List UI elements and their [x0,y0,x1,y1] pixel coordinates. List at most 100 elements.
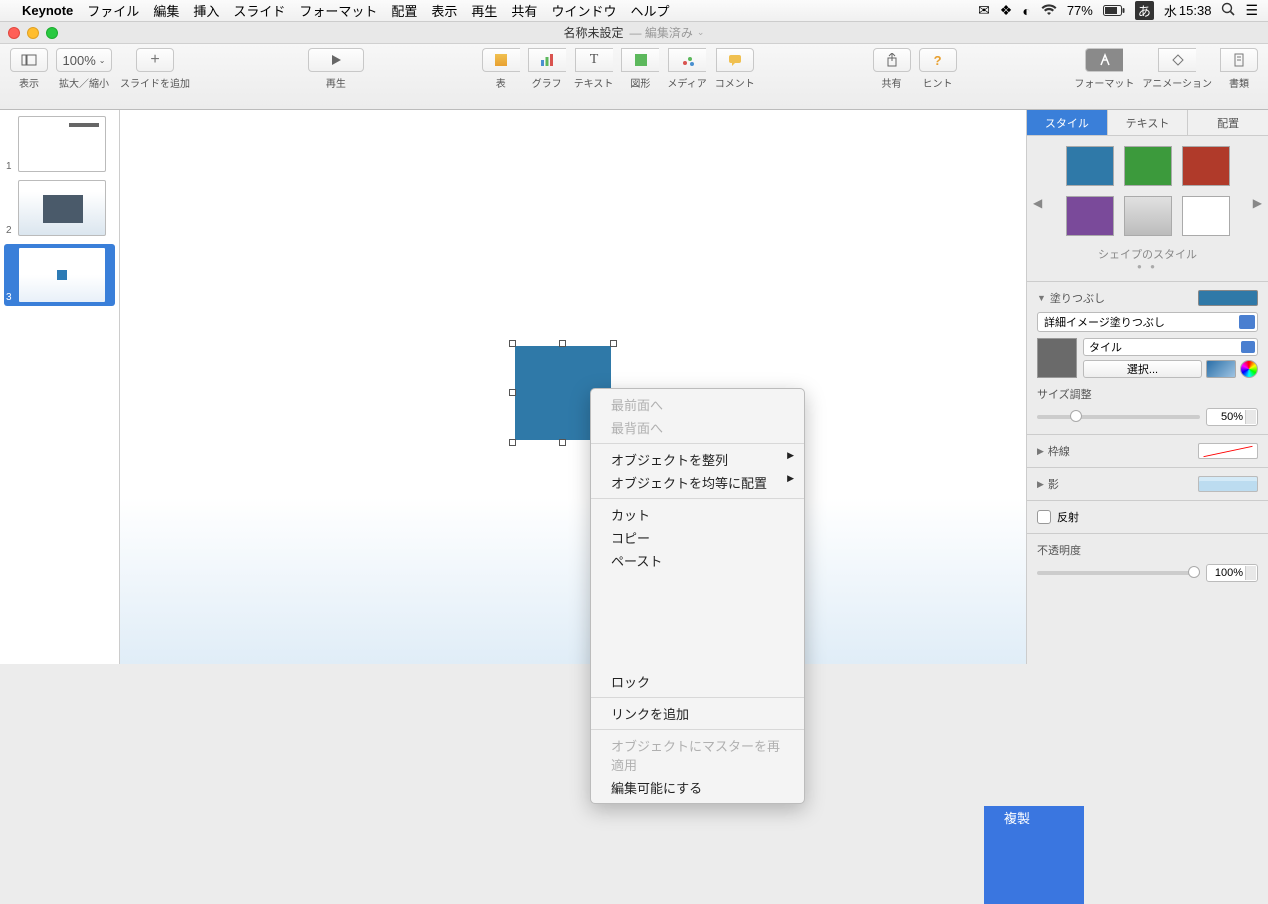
notification-center-icon[interactable]: ☰ [1245,2,1258,19]
app-menu[interactable]: Keynote [22,3,73,18]
slide-canvas[interactable] [120,110,1026,664]
size-value-input[interactable]: 50% [1206,408,1258,426]
shape-style-swatch-6[interactable] [1182,196,1230,236]
status-icon[interactable]: ❖ [1000,2,1013,19]
disclosure-triangle-icon[interactable]: ▶ [1037,446,1044,457]
resize-handle-w[interactable] [509,389,516,396]
inspector-tab-text[interactable]: テキスト [1108,110,1189,135]
chart-button[interactable] [528,48,566,72]
media-button[interactable] [668,48,706,72]
gmail-icon[interactable]: ✉ [978,2,990,19]
fill-section-label: 塗りつぶし [1050,290,1105,306]
ctx-duplicate[interactable]: 複製 [984,806,1084,904]
shape-style-swatch-2[interactable] [1124,146,1172,186]
styles-prev-icon[interactable]: ◀ [1033,196,1042,210]
color-picker-icon[interactable] [1240,360,1258,378]
resize-handle-ne[interactable] [610,340,617,347]
resize-handle-sw[interactable] [509,439,516,446]
system-menubar: Keynote ファイル 編集 挿入 スライド フォーマット 配置 表示 再生 … [0,0,1268,22]
slide-thumbnail-2[interactable]: 2 [4,180,115,236]
ctx-add-link[interactable]: リンクを追加 [591,702,804,725]
play-button[interactable] [308,48,364,72]
reflection-checkbox[interactable] [1037,510,1051,524]
shape-style-swatch-3[interactable] [1182,146,1230,186]
spotlight-icon[interactable] [1221,2,1235,19]
ime-indicator[interactable]: あ [1135,1,1154,20]
menu-slide[interactable]: スライド [233,1,285,20]
inspector-tab-arrange[interactable]: 配置 [1188,110,1268,135]
opacity-slider[interactable] [1037,571,1200,575]
shape-button[interactable] [621,48,659,72]
shadow-section-label: 影 [1048,476,1059,492]
resize-handle-n[interactable] [559,340,566,347]
opacity-value-input[interactable]: 100% [1206,564,1258,582]
format-inspector-button[interactable] [1085,48,1123,72]
shape-style-swatch-1[interactable] [1066,146,1114,186]
text-button[interactable]: T [575,48,613,72]
resize-handle-s[interactable] [559,439,566,446]
zoom-label: 拡大／縮小 [59,75,109,90]
choose-image-button[interactable]: 選択... [1083,360,1202,378]
inspector-tab-style[interactable]: スタイル [1027,110,1108,135]
ctx-align-objects[interactable]: オブジェクトを整列 [591,448,804,471]
fill-type-select[interactable]: 詳細イメージ塗りつぶし [1037,312,1258,332]
slide-thumbnail-3[interactable]: 3 [4,244,115,306]
disclosure-triangle-icon[interactable]: ▶ [1037,479,1044,490]
hint-button[interactable]: ? [919,48,957,72]
menu-play[interactable]: 再生 [471,1,497,20]
menu-edit[interactable]: 編集 [153,1,179,20]
document-title[interactable]: 名称未設定 [564,24,624,41]
reflection-label: 反射 [1057,509,1079,525]
border-section-label: 枠線 [1048,443,1070,459]
traffic-lights [8,27,58,39]
ctx-reapply-master: オブジェクトにマスターを再適用 [591,734,804,776]
menu-insert[interactable]: 挿入 [193,1,219,20]
format-inspector: スタイル テキスト 配置 ◀ ▶ シェイプのスタイル ● ● ▼塗りつぶし [1026,110,1268,664]
fill-texture-preview[interactable] [1037,338,1077,378]
menu-view[interactable]: 表示 [431,1,457,20]
animation-inspector-button[interactable] [1158,48,1196,72]
view-button[interactable] [10,48,48,72]
resize-handle-nw[interactable] [509,340,516,347]
ctx-paste[interactable]: ペースト [591,549,804,572]
ctx-distribute-objects[interactable]: オブジェクトを均等に配置 [591,471,804,494]
shadow-style-swatch[interactable] [1198,476,1258,492]
wifi-icon[interactable] [1041,3,1057,19]
disclosure-triangle-icon[interactable]: ▼ [1037,293,1046,303]
comment-button[interactable] [716,48,754,72]
close-window-button[interactable] [8,27,20,39]
size-slider[interactable] [1037,415,1200,419]
ctx-cut[interactable]: カット [591,503,804,526]
battery-icon[interactable] [1103,3,1125,19]
menu-window[interactable]: ウインドウ [551,1,616,20]
fill-tint-swatch[interactable] [1206,360,1236,378]
ctx-send-to-back: 最背面へ [591,416,804,439]
menu-format[interactable]: フォーマット [299,1,377,20]
share-button[interactable] [873,48,911,72]
slide-thumbnail-1[interactable]: 1 [4,116,115,172]
title-dropdown-icon[interactable]: ⌄ [697,27,705,38]
minimize-window-button[interactable] [27,27,39,39]
zoom-select[interactable]: 100%⌄ [56,48,112,72]
shape-style-swatch-5[interactable] [1124,196,1172,236]
menu-arrange[interactable]: 配置 [391,1,417,20]
document-inspector-button[interactable] [1220,48,1258,72]
ctx-bring-to-front: 最前面へ [591,393,804,416]
shape-styles-label: シェイプのスタイル [1035,246,1260,262]
table-button[interactable] [482,48,520,72]
fill-scale-select[interactable]: タイル [1083,338,1258,356]
menu-share[interactable]: 共有 [511,1,537,20]
border-style-swatch[interactable] [1198,443,1258,459]
view-label: 表示 [19,75,39,90]
add-slide-button[interactable]: + [136,48,174,72]
shape-style-swatch-4[interactable] [1066,196,1114,236]
ctx-lock[interactable]: ロック [591,670,804,693]
menu-file[interactable]: ファイル [87,1,139,20]
sync-icon[interactable]: ◐ [1022,3,1030,19]
fill-color-swatch[interactable] [1198,290,1258,306]
zoom-window-button[interactable] [46,27,58,39]
styles-next-icon[interactable]: ▶ [1253,196,1262,210]
menu-help[interactable]: ヘルプ [630,1,669,20]
ctx-make-editable[interactable]: 編集可能にする [591,776,804,799]
ctx-copy[interactable]: コピー [591,526,804,549]
